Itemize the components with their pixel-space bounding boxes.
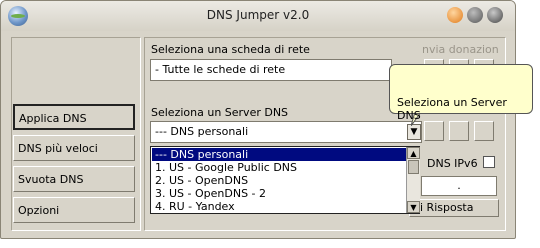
close-button[interactable] [487,7,503,23]
dns-server-label: Seleziona un Server DNS [151,106,289,119]
dns-server-select[interactable]: --- DNS personali [150,121,422,143]
network-adapter-label: Seleziona una scheda di rete [151,43,310,56]
window-title: DNS Jumper v2.0 [206,8,310,22]
dropdown-option[interactable]: 4. RU - Yandex [152,200,406,213]
ip-address-field[interactable]: . [421,176,497,196]
dropdown-scrollbar[interactable]: ▲ ▼ [406,147,420,213]
options-button[interactable]: Opzioni [13,197,135,223]
dns-server-dropdown-list: --- DNS personali 1. US - Google Public … [150,146,420,214]
tooltip-text: Seleziona un Server DNS [397,96,507,122]
title-bar[interactable]: DNS Jumper v2.0 [1,1,515,31]
apply-dns-button[interactable]: Applica DNS [13,104,135,130]
chevron-down-icon[interactable]: ▼ [407,124,421,140]
dropdown-option[interactable]: --- DNS personali [152,148,406,161]
response-time-button[interactable]: i Risposta [409,199,499,217]
maximize-button[interactable] [467,7,483,23]
scrollbar-thumb[interactable] [408,160,419,174]
minimize-button[interactable] [447,7,463,23]
donation-link[interactable]: nvia donazion [422,43,499,56]
arrow-up-icon[interactable]: ▲ [407,147,420,159]
arrow-down-icon[interactable]: ▼ [407,201,420,213]
dropdown-option[interactable]: 1. US - Google Public DNS [152,161,406,174]
fastest-dns-button[interactable]: DNS più veloci [13,135,135,161]
toolbar-square-button[interactable] [449,121,469,141]
dropdown-option[interactable]: 2. US - OpenDNS [152,174,406,187]
ipv6-label: DNS IPv6 [427,157,478,170]
flush-dns-button[interactable]: Svuota DNS [13,166,135,192]
toolbar-square-button[interactable] [424,121,444,141]
tooltip: Seleziona un Server DNS [389,64,533,122]
network-adapter-select[interactable]: - Tutte le schede di rete [150,59,392,81]
ipv6-checkbox[interactable] [483,156,495,168]
dropdown-option[interactable]: 3. US - OpenDNS - 2 [152,187,406,200]
toolbar-square-button[interactable] [474,121,494,141]
